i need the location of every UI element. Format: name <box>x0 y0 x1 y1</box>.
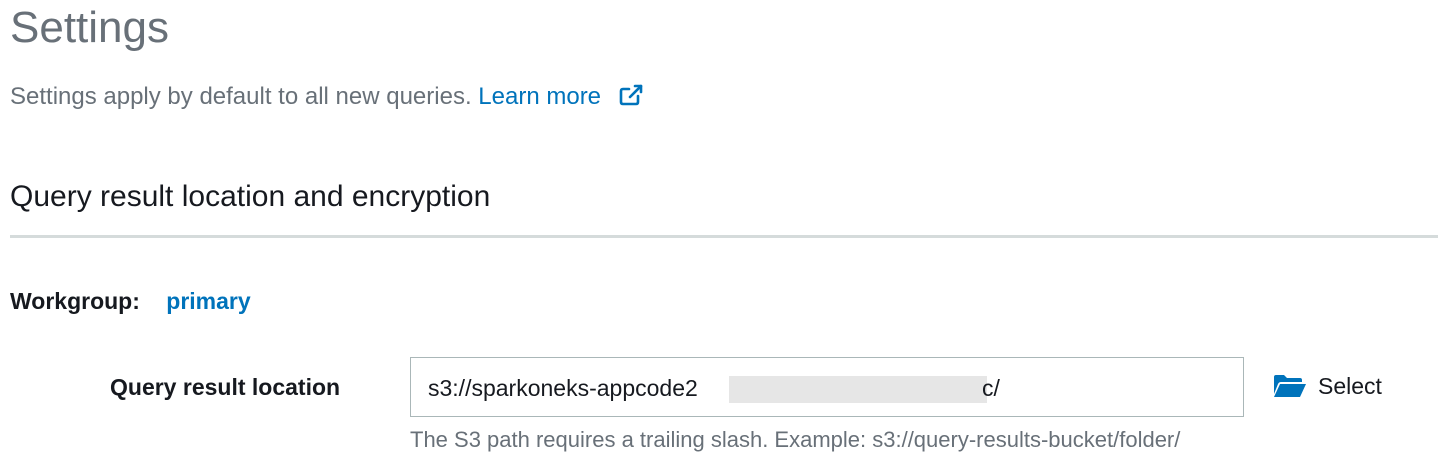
learn-more-link[interactable]: Learn more <box>478 83 643 110</box>
folder-open-icon <box>1272 373 1308 399</box>
external-link-icon <box>618 83 644 115</box>
workgroup-row: Workgroup: primary <box>10 286 251 316</box>
learn-more-label: Learn more <box>478 83 602 110</box>
query-result-location-hint: The S3 path requires a trailing slash. E… <box>410 427 1181 452</box>
section-title: Query result location and encryption <box>10 180 491 213</box>
select-label: Select <box>1318 373 1382 399</box>
query-result-location-value-suffix: c/ <box>982 375 1000 401</box>
section-divider <box>10 235 1438 238</box>
settings-description-text: Settings apply by default to all new que… <box>10 83 472 110</box>
query-result-location-input[interactable]: s3://sparkoneks-appcode2 c/ <box>410 357 1244 417</box>
query-result-location-value: s3://sparkoneks-appcode2 <box>428 375 698 401</box>
page-title: Settings <box>10 3 169 52</box>
settings-description: Settings apply by default to all new que… <box>10 82 644 115</box>
workgroup-link[interactable]: primary <box>166 288 250 314</box>
redacted-region <box>729 376 987 403</box>
query-result-location-label: Query result location <box>110 374 341 400</box>
select-location-button[interactable]: Select <box>1272 370 1382 402</box>
workgroup-label: Workgroup: <box>10 288 140 314</box>
